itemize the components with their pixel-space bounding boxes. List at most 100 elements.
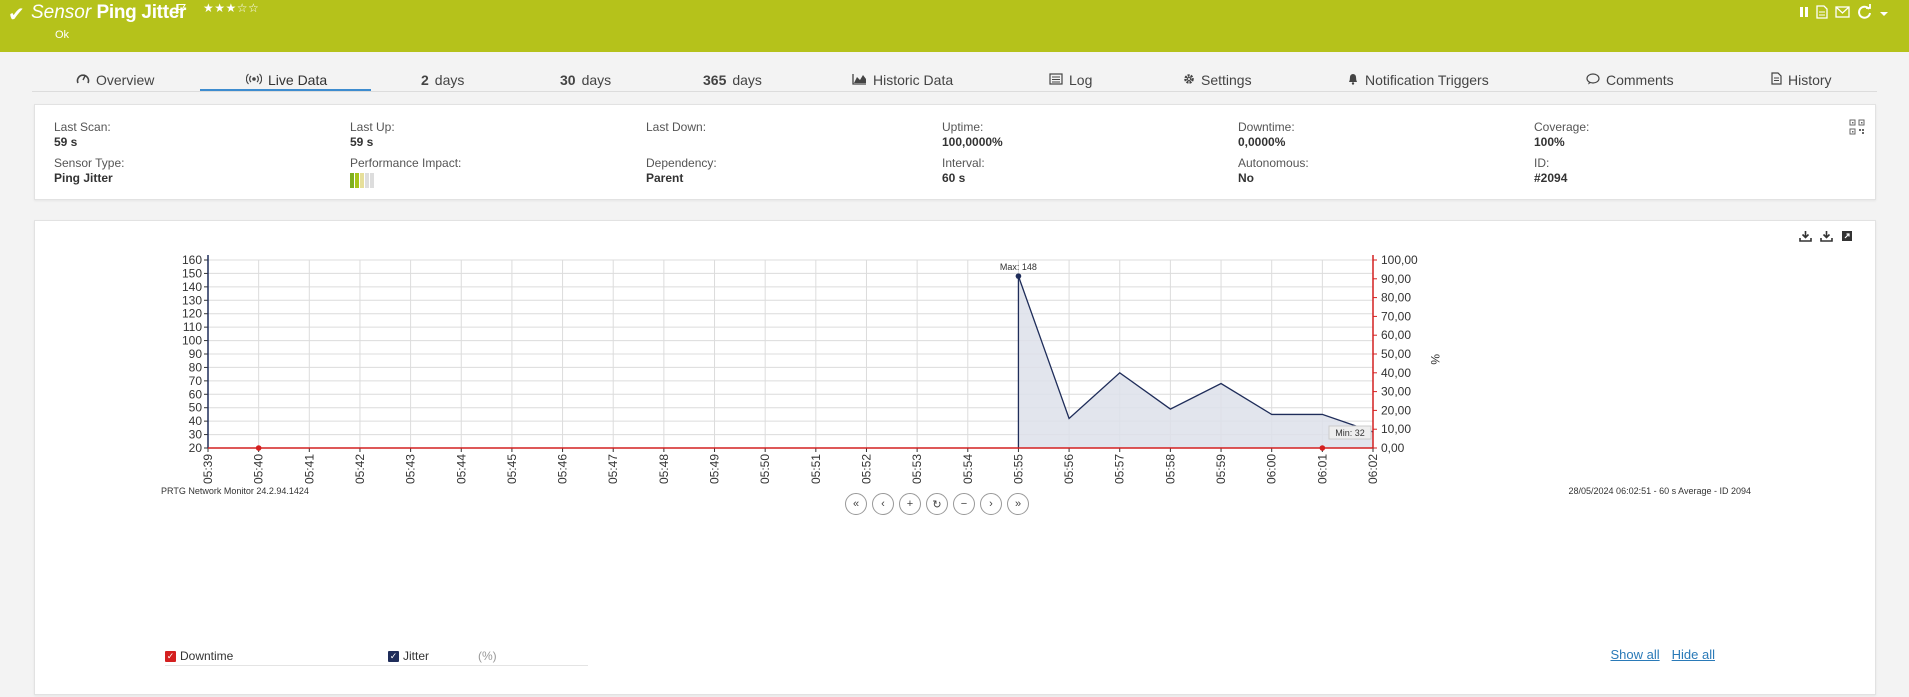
legend-links: Show all Hide all [1611,647,1716,662]
x-tick-label: 05:39 [201,454,215,484]
live-data-chart-panel: 160 150 140 130 120 110 100 90 80 70 60 50 40 30 20 10… [34,220,1876,695]
tab-settings[interactable]: Settings [1183,72,1252,88]
autonomous: Autonomous: No [1238,156,1309,186]
y-right-tick-labels: 100,00 90,00 80,00 70,00 60,00 50,00 40,00 30,0… [1381,253,1442,455]
y-right-tick-label: 60,00 [1381,328,1411,342]
downtime-value: 0,0000% [1238,135,1286,149]
tab-notification-triggers[interactable]: Notification Triggers [1347,72,1489,88]
zoom-in-icon[interactable]: + [899,493,921,515]
chart-footer-right: 28/05/2024 06:02:51 - 60 s Average - ID … [1568,486,1751,496]
uptime: Uptime: 100,0000% [942,120,1003,150]
uptime-label: Uptime: [942,120,984,134]
show-all-link[interactable]: Show all [1611,647,1660,662]
tab-label: History [1788,72,1832,88]
y-tick-label: 100 [182,334,202,348]
last-up: Last Up: 59 s [350,120,395,150]
y-tick-label: 140 [182,280,202,294]
downtime-checkbox[interactable]: ✓ [165,650,176,662]
jitter-checkbox[interactable]: ✓ [388,650,399,662]
x-tick-label: 05:45 [505,454,519,484]
tab-30-days[interactable]: 30 days [560,72,611,88]
y-right-axis-label: % [1428,354,1442,365]
tab-365-days[interactable]: 365 days [703,72,762,88]
tab-log[interactable]: Log [1049,72,1092,88]
hide-all-link[interactable]: Hide all [1672,647,1715,662]
chart-navigation: « ‹ + ↻ − › » [845,493,1029,515]
chart-footer-left: PRTG Network Monitor 24.2.94.1424 [161,486,309,496]
tab-historic-data[interactable]: Historic Data [852,72,953,88]
x-tick-label: 05:40 [252,454,266,484]
legend-divider [388,665,588,666]
downtime-point [1319,445,1326,451]
last-down: Last Down: [646,120,706,135]
sensor-header: ✔ Sensor Ping Jitter ★★★☆☆ Ok [0,0,1909,52]
y-tick-label: 160 [182,253,202,267]
interval-label: Interval: [942,156,985,170]
legend-item-jitter[interactable]: ✓ Jitter [388,649,429,663]
flag-icon[interactable] [176,2,187,20]
jitter-chart[interactable]: 1601501401301201101009080706050403020 10… [35,221,1877,601]
y-right-tick-label: 20,00 [1381,403,1411,417]
sensor-type: Sensor Type: Ping Jitter [54,156,125,186]
area-chart-icon [852,72,867,88]
performance-bar [365,173,369,188]
x-tick-labels: 05:39 05:40 05:41 05:42 05:43 05:44 05:45 05:46… [201,454,1380,484]
sensor-id-label: ID: [1534,156,1550,170]
y-right-tick-label: 10,00 [1381,422,1411,436]
refresh-icon[interactable] [1857,4,1872,24]
title-prefix: Sensor [31,2,92,23]
tab-2-days[interactable]: 2 days [421,72,464,88]
prev-icon[interactable]: ‹ [872,493,894,515]
qr-code-icon[interactable] [1849,119,1865,140]
legend-label: Jitter [403,649,430,663]
x-tick-label: 05:56 [1062,454,1076,484]
y-right-tick-label: 90,00 [1381,272,1411,286]
priority-stars[interactable]: ★★★☆☆ [203,1,259,15]
tab-history[interactable]: History [1770,72,1832,88]
pause-icon[interactable] [1799,5,1809,23]
tab-overview[interactable]: Overview [76,72,154,88]
live-icon [245,72,263,88]
x-tick-label: 05:46 [556,454,570,484]
tab-label: days [732,72,762,88]
last-down-label: Last Down: [646,120,707,134]
uptime-value: 100,0000% [942,135,1003,149]
first-icon[interactable]: « [845,493,867,515]
y-tick-label: 50 [189,401,203,415]
x-tick-label: 05:55 [1011,454,1025,484]
tab-comments[interactable]: Comments [1586,72,1674,88]
reset-icon[interactable]: ↻ [926,493,948,515]
y-right-tick-label: 100,00 [1381,253,1418,267]
tab-number: 2 [421,72,429,88]
status-text: Ok [55,29,70,41]
next-icon[interactable]: › [980,493,1002,515]
tab-live-data[interactable]: Live Data [245,72,327,88]
report-icon[interactable] [1816,4,1828,24]
gear-icon [1183,72,1195,88]
x-tick-label: 05:54 [961,454,975,484]
tab-label: days [581,72,612,88]
downtime-point [255,445,262,451]
y-tick-label: 60 [189,387,203,401]
x-tick-label: 05:44 [454,454,468,484]
title-name: Ping Jitter [96,2,187,23]
x-tick-label: 06:02 [1366,454,1380,484]
zoom-out-icon[interactable]: − [953,493,975,515]
comment-icon [1586,72,1600,88]
email-icon[interactable] [1835,5,1850,23]
chart-area-layer [1017,275,1374,448]
x-tick-label: 05:43 [404,454,418,484]
downtime-label: Downtime: [1238,120,1295,134]
performance-bar [355,173,359,188]
last-icon[interactable]: » [1007,493,1029,515]
dependency-value[interactable]: Parent [646,171,717,186]
legend-item-downtime[interactable]: ✓ Downtime [165,649,233,663]
y-tick-label: 90 [189,347,203,361]
active-tab-indicator [200,89,371,91]
y-tick-label: 110 [183,320,202,334]
dropdown-icon[interactable] [1879,5,1889,23]
header-toolbar [1799,4,1889,24]
interval: Interval: 60 s [942,156,985,186]
sensor-id: ID: #2094 [1534,156,1567,186]
dependency: Dependency: Parent [646,156,717,186]
